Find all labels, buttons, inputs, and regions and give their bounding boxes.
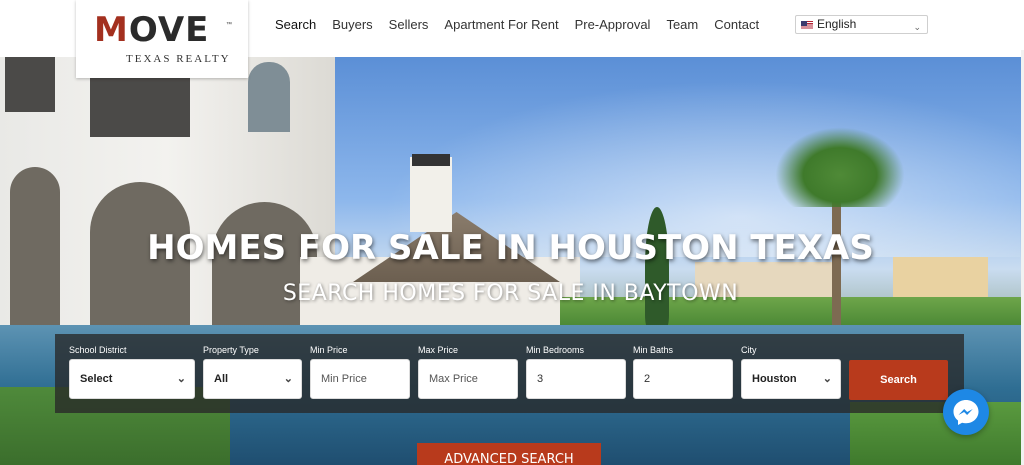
field-label: Min Baths <box>633 345 674 355</box>
logo-trademark: ™ <box>226 22 232 28</box>
school-district-value: Select <box>80 373 113 385</box>
hero-subtitle: SEARCH HOMES FOR SALE IN BAYTOWN <box>282 281 739 306</box>
hero-window <box>248 62 290 132</box>
hero-chimney-cap <box>412 154 450 166</box>
logo-wordmark-m: M <box>94 10 129 50</box>
property-type-field: Property Type All ⌄ <box>203 343 302 399</box>
messenger-icon[interactable] <box>943 389 989 435</box>
logo-wordmark-rest: OVE <box>128 10 210 50</box>
hero-title: HOMES FOR SALE IN HOUSTON TEXAS <box>147 228 874 268</box>
nav-item-buyers[interactable]: Buyers <box>332 16 372 34</box>
advanced-search-button[interactable]: ADVANCED SEARCH <box>417 443 601 465</box>
chevron-down-icon: ⌄ <box>176 373 186 385</box>
logo-tagline: TEXAS REALTY <box>126 53 231 65</box>
chevron-down-icon: ⌄ <box>283 373 293 385</box>
school-district-select[interactable]: Select ⌄ <box>69 359 195 399</box>
min-bedrooms-value: 3 <box>537 373 544 385</box>
field-label: Property Type <box>203 345 259 355</box>
nav-item-search[interactable]: Search <box>275 16 316 34</box>
nav-item-sellers[interactable]: Sellers <box>389 16 429 34</box>
hero-balcony <box>90 77 190 137</box>
messenger-glyph <box>953 400 979 425</box>
chevron-down-icon: ⌄ <box>822 373 832 385</box>
city-field: City Houston ⌄ <box>741 343 841 399</box>
field-label: Max Price <box>418 345 459 355</box>
site-header: MOVE ™ TEXAS REALTY Search Buyers Seller… <box>0 0 1024 78</box>
hero-palm-crown <box>775 127 905 207</box>
main-nav: Search Buyers Sellers Apartment For Rent… <box>275 16 775 34</box>
field-label: City <box>741 345 757 355</box>
nav-item-team[interactable]: Team <box>666 16 698 34</box>
min-baths-field: Min Baths 2 <box>633 343 733 399</box>
school-district-field: School District Select ⌄ <box>69 343 195 399</box>
property-type-select[interactable]: All ⌄ <box>203 359 302 399</box>
max-price-placeholder: Max Price <box>429 373 478 385</box>
field-label: School District <box>69 345 127 355</box>
language-select-value: English <box>817 17 857 31</box>
min-baths-value: 2 <box>644 373 651 385</box>
city-select[interactable]: Houston ⌄ <box>741 359 841 399</box>
min-price-field: Min Price Min Price <box>310 343 410 399</box>
max-price-field: Max Price Max Price <box>418 343 518 399</box>
property-type-value: All <box>214 373 229 385</box>
hero-chimney <box>410 157 452 232</box>
logo[interactable]: MOVE ™ TEXAS REALTY <box>76 0 248 78</box>
min-price-input[interactable]: Min Price <box>310 359 410 399</box>
logo-wordmark: MOVE <box>94 10 209 50</box>
min-bedrooms-input[interactable]: 3 <box>526 359 626 399</box>
chevron-down-icon: ⌄ <box>913 22 921 32</box>
nav-item-pre-approval[interactable]: Pre-Approval <box>575 16 651 34</box>
city-value: Houston <box>752 373 797 385</box>
field-label: Min Bedrooms <box>526 345 585 355</box>
search-button[interactable]: Search <box>849 360 948 400</box>
field-label: Min Price <box>310 345 348 355</box>
us-flag-icon <box>801 20 813 29</box>
search-panel: School District Select ⌄ Property Type A… <box>55 334 964 413</box>
min-bedrooms-field: Min Bedrooms 3 <box>526 343 626 399</box>
hero-balcony <box>5 57 55 112</box>
min-price-placeholder: Min Price <box>321 373 367 385</box>
max-price-input[interactable]: Max Price <box>418 359 518 399</box>
nav-item-apartment-for-rent[interactable]: Apartment For Rent <box>444 16 558 34</box>
language-select[interactable]: English ⌄ <box>795 15 928 34</box>
nav-item-contact[interactable]: Contact <box>714 16 759 34</box>
min-baths-input[interactable]: 2 <box>633 359 733 399</box>
